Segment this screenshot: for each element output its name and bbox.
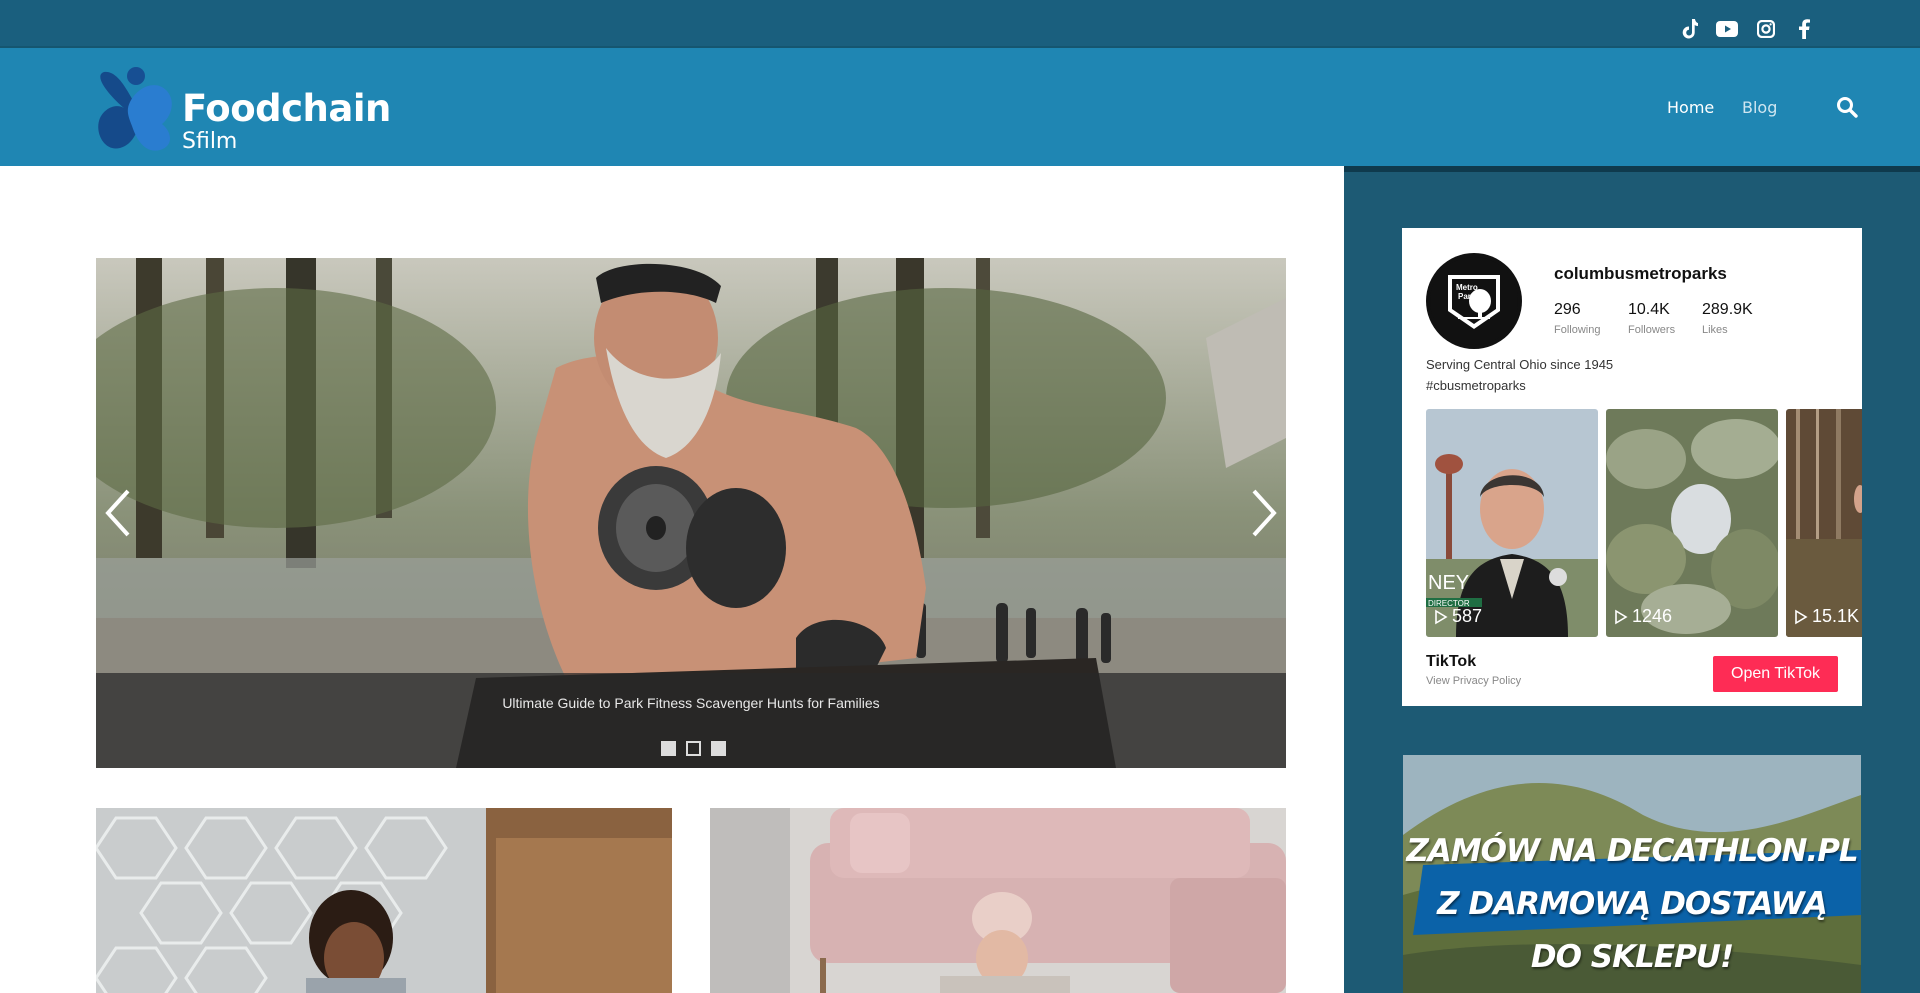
post-image-1 [96, 808, 672, 993]
tiktok-likes-count: 289.9K [1702, 301, 1753, 318]
tiktok-video-1-image: NEY DIRECTOR [1426, 409, 1598, 637]
facebook-icon[interactable] [1793, 18, 1815, 40]
tiktok-followers-label: Followers [1628, 324, 1676, 336]
nav-blog[interactable]: Blog [1742, 98, 1777, 117]
social-bar [0, 0, 1920, 48]
tiktok-video-2-view-count: 1246 [1632, 606, 1673, 626]
play-icon [1615, 609, 1628, 624]
tiktok-video-3[interactable]: 15.1K [1786, 409, 1862, 637]
tiktok-video-1[interactable]: NEY DIRECTOR 587 [1426, 409, 1598, 637]
slider-next-button[interactable] [1242, 483, 1282, 543]
chevron-left-icon [105, 489, 130, 537]
metroparks-logo-icon: Metro Parks [1430, 257, 1518, 345]
play-icon [1435, 609, 1448, 624]
play-icon [1795, 609, 1808, 624]
youtube-icon[interactable] [1716, 18, 1738, 40]
search-icon[interactable] [1836, 96, 1858, 118]
nav-home[interactable]: Home [1667, 98, 1714, 117]
tiktok-username[interactable]: columbusmetroparks [1554, 264, 1727, 284]
decathlon-ad-banner[interactable]: ZAMÓW NA DECATHLON.PL Z DARMOWĄ DOSTAWĄ … [1403, 755, 1861, 993]
tiktok-bio-hashtag[interactable]: #cbusmetroparks [1426, 378, 1526, 393]
tiktok-following-count: 296 [1554, 301, 1581, 318]
tiktok-brand: TikTok [1426, 653, 1477, 670]
post-card-2[interactable] [710, 808, 1286, 993]
tiktok-video-2[interactable]: 1246 [1606, 409, 1778, 637]
tiktok-avatar[interactable]: Metro Parks [1426, 253, 1522, 349]
tiktok-followers-count: 10.4K [1628, 301, 1670, 318]
tiktok-video-1-views: 587 [1434, 606, 1482, 627]
tiktok-video-3-view-count: 15.1K [1812, 606, 1860, 626]
tiktok-video-2-image [1606, 409, 1778, 637]
instagram-icon[interactable] [1755, 18, 1777, 40]
tiktok-video-3-image [1786, 409, 1862, 637]
hero-slider[interactable]: Ultimate Guide to Park Fitness Scavenger… [96, 258, 1286, 768]
tiktok-video-3-views: 15.1K [1794, 606, 1859, 627]
logo-mark-icon [98, 67, 172, 151]
ad-line-3: DO SKLEPU! [1530, 939, 1734, 975]
slider-prev-button[interactable] [100, 483, 140, 543]
ad-line-2: Z DARMOWĄ DOSTAWĄ [1437, 886, 1828, 922]
tiktok-bio-line-1: Serving Central Ohio since 1945 [1426, 357, 1614, 372]
slide-caption[interactable]: Ultimate Guide to Park Fitness Scavenger… [96, 695, 1286, 711]
tiktok-video-2-views: 1246 [1614, 606, 1672, 627]
tiktok-video-1-overlay-name: NEY [1428, 572, 1469, 594]
slider-dot-1[interactable] [661, 741, 676, 756]
post-card-1[interactable] [96, 808, 672, 993]
chevron-right-icon [1252, 489, 1277, 537]
site-logo[interactable]: Foodchain Sfilm [96, 62, 391, 154]
site-header: Foodchain Sfilm [0, 48, 1920, 166]
logo-title: Foodchain [182, 87, 391, 130]
tiktok-likes-label: Likes [1702, 324, 1728, 336]
ad-line-1: ZAMÓW NA DECATHLON.PL [1406, 833, 1858, 869]
post-image-2 [710, 808, 1286, 993]
tiktok-icon[interactable] [1678, 18, 1700, 40]
tiktok-widget: Metro Parks columbusmetroparks 296 Follo… [1402, 228, 1862, 706]
open-tiktok-button[interactable]: Open TikTok [1713, 656, 1838, 692]
logo-subtitle: Sfilm [182, 129, 238, 154]
tiktok-video-1-view-count: 587 [1452, 606, 1483, 626]
slider-dot-3[interactable] [711, 741, 726, 756]
slide-caption-box: Ultimate Guide to Park Fitness Scavenger… [96, 673, 1286, 768]
tiktok-privacy-link[interactable]: View Privacy Policy [1426, 675, 1521, 687]
slider-dot-2[interactable] [686, 741, 701, 756]
tiktok-following-label: Following [1554, 324, 1601, 336]
